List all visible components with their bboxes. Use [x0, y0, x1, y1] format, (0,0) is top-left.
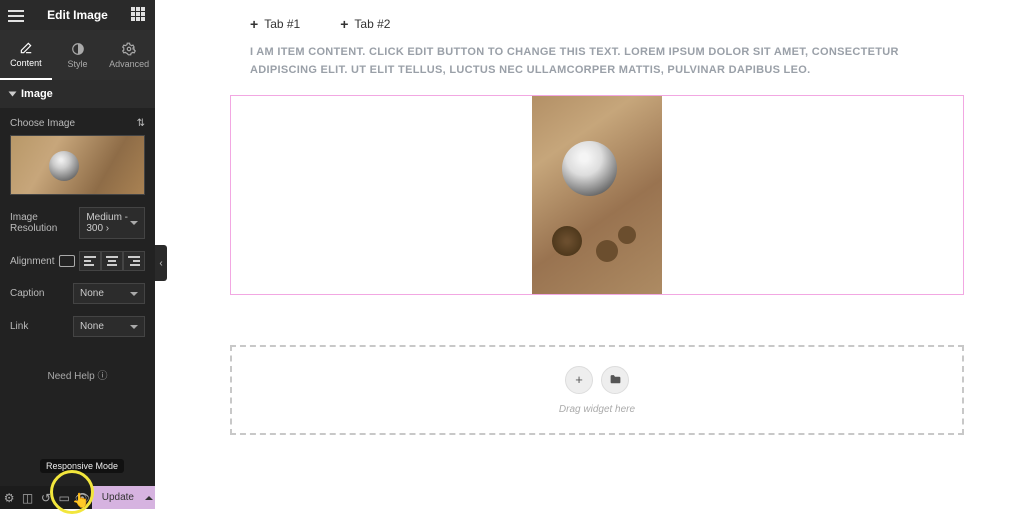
menu-icon[interactable]	[8, 7, 24, 23]
align-right-button[interactable]	[123, 251, 145, 271]
align-center-button[interactable]	[101, 251, 123, 271]
tab-style[interactable]: Style	[52, 30, 104, 80]
sidebar-header: Edit Image	[0, 0, 155, 30]
update-options-button[interactable]	[144, 486, 155, 509]
desktop-icon[interactable]	[59, 255, 75, 267]
drop-zone-buttons: +	[565, 366, 629, 394]
alignment-buttons	[79, 251, 145, 271]
alignment-row: Alignment	[10, 251, 145, 271]
section-image-header[interactable]: Image	[0, 80, 155, 108]
responsive-tooltip: Responsive Mode	[40, 459, 124, 473]
chevron-down-icon	[130, 325, 138, 329]
image-resolution-label: Image Resolution	[10, 212, 79, 234]
plus-icon: +	[250, 16, 258, 32]
add-section-button[interactable]: +	[565, 366, 593, 394]
link-value: None	[80, 321, 104, 332]
pencil-icon	[19, 41, 33, 55]
page-tab-2-label: Tab #2	[354, 17, 390, 31]
placed-image[interactable]	[532, 96, 662, 294]
plus-icon: +	[340, 16, 348, 32]
item-content-text[interactable]: I AM ITEM CONTENT. CLICK EDIT BUTTON TO …	[170, 44, 1024, 79]
tab-advanced[interactable]: Advanced	[103, 30, 155, 80]
drop-zone[interactable]: + Drag widget here	[230, 345, 964, 435]
sidebar-footer: ⚙ ◫ ↺ ▭ 👁 Update	[0, 486, 155, 509]
page-tabs: + Tab #1 + Tab #2	[170, 0, 1024, 44]
gear-icon	[122, 42, 136, 56]
choose-image-label: Choose Image	[10, 118, 75, 129]
section-image-label: Image	[21, 88, 53, 100]
navigator-icon[interactable]: ◫	[18, 491, 36, 505]
align-center-icon	[106, 256, 118, 266]
contrast-icon	[71, 42, 85, 56]
dynamic-tags-icon[interactable]: ⇅	[137, 118, 145, 129]
need-help-link[interactable]: Need Help	[10, 367, 145, 382]
page-tab-1-label: Tab #1	[264, 17, 300, 31]
image-resolution-select[interactable]: Medium - 300 ›	[79, 207, 145, 239]
drop-zone-label: Drag widget here	[559, 404, 635, 415]
page-tab-2[interactable]: + Tab #2	[340, 16, 390, 32]
settings-icon[interactable]: ⚙	[0, 491, 18, 505]
history-icon[interactable]: ↺	[37, 491, 55, 505]
sidebar-title: Edit Image	[24, 8, 131, 22]
image-widget-frame[interactable]	[230, 95, 964, 295]
caption-label: Caption	[10, 288, 44, 299]
add-template-button[interactable]	[601, 366, 629, 394]
chevron-down-icon	[130, 221, 138, 225]
align-left-icon	[84, 256, 96, 266]
editor-sidebar: Edit Image Content Style Advanced Image …	[0, 0, 155, 509]
image-thumbnail[interactable]	[10, 135, 145, 195]
align-right-icon	[128, 256, 140, 266]
panel-collapse-button[interactable]: ‹	[155, 245, 167, 281]
widgets-grid-icon[interactable]	[131, 7, 147, 23]
caption-select[interactable]: None	[73, 283, 145, 304]
image-resolution-row: Image Resolution Medium - 300 ›	[10, 207, 145, 239]
tab-advanced-label: Advanced	[109, 59, 149, 69]
link-select[interactable]: None	[73, 316, 145, 337]
responsive-icon[interactable]: ▭	[55, 491, 73, 505]
caption-row: Caption None	[10, 283, 145, 304]
chevron-down-icon	[130, 292, 138, 296]
link-row: Link None	[10, 316, 145, 337]
update-button[interactable]: Update	[92, 486, 144, 509]
tab-content-label: Content	[10, 58, 42, 68]
image-panel: Choose Image ⇅ Image Resolution Medium -…	[0, 108, 155, 392]
chevron-up-icon	[145, 496, 153, 500]
canvas-area: + Tab #1 + Tab #2 I AM ITEM CONTENT. CLICK…	[170, 0, 1024, 509]
alignment-label: Alignment	[10, 256, 54, 267]
panel-tabs: Content Style Advanced	[0, 30, 155, 80]
folder-icon	[609, 373, 622, 386]
link-label: Link	[10, 321, 28, 332]
tab-content[interactable]: Content	[0, 30, 52, 80]
tab-style-label: Style	[68, 59, 88, 69]
caption-value: None	[80, 288, 104, 299]
page-tab-1[interactable]: + Tab #1	[250, 16, 300, 32]
choose-image-label-row: Choose Image ⇅	[10, 118, 145, 129]
align-left-button[interactable]	[79, 251, 101, 271]
image-resolution-value: Medium - 300 ›	[86, 212, 130, 234]
preview-icon[interactable]: 👁	[73, 491, 91, 505]
